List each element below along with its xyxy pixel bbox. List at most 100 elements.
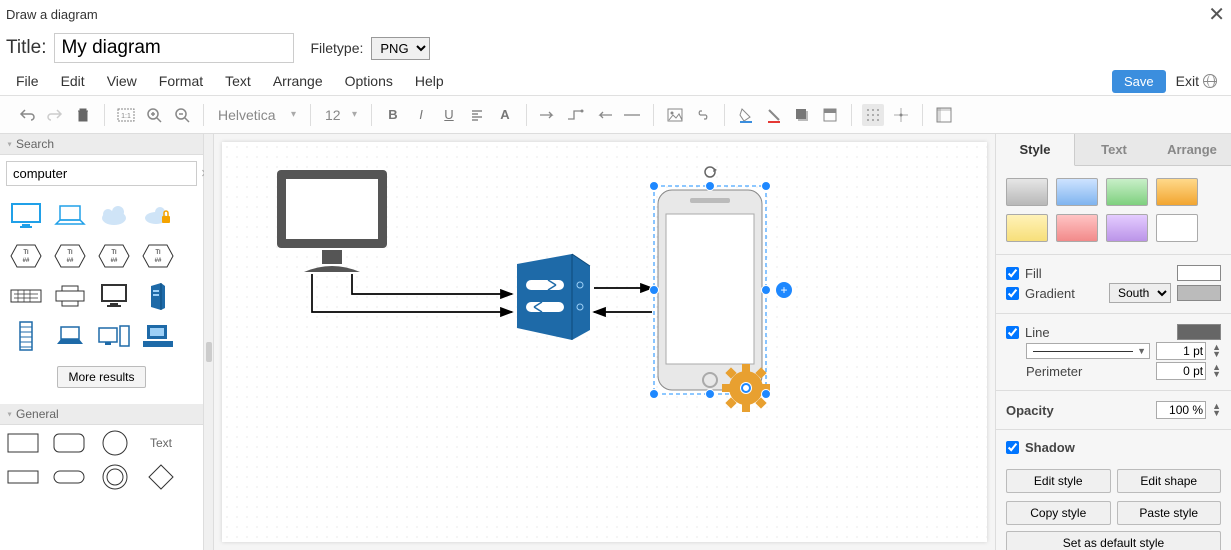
- menu-options[interactable]: Options: [335, 69, 403, 93]
- gshape-rect[interactable]: [6, 431, 40, 455]
- link-icon[interactable]: [692, 104, 714, 126]
- grid-dots-icon[interactable]: [862, 104, 884, 126]
- sel-handle-e[interactable]: [761, 285, 771, 295]
- sel-handle-w[interactable]: [649, 285, 659, 295]
- title-input[interactable]: [54, 33, 294, 63]
- edit-shape-button[interactable]: Edit shape: [1117, 469, 1222, 493]
- sel-handle-s[interactable]: [705, 389, 715, 399]
- save-button[interactable]: Save: [1112, 70, 1166, 93]
- shape-desktop-blue[interactable]: [92, 316, 136, 356]
- container-icon[interactable]: [819, 104, 841, 126]
- connector-icon[interactable]: [537, 104, 559, 126]
- line-width-input[interactable]: [1156, 342, 1206, 360]
- gradient-checkbox[interactable]: [1006, 287, 1019, 300]
- gshape-round-rect2[interactable]: [52, 465, 86, 489]
- gshape-double-circle[interactable]: [98, 465, 132, 489]
- search-header[interactable]: Search: [0, 134, 203, 155]
- rotate-handle[interactable]: [705, 167, 717, 177]
- gshape-round-rect[interactable]: [52, 431, 86, 455]
- align-icon[interactable]: [466, 104, 488, 126]
- tab-arrange[interactable]: Arrange: [1153, 134, 1231, 165]
- image-icon[interactable]: [664, 104, 686, 126]
- shape-rack[interactable]: [4, 316, 48, 356]
- stepper-icon[interactable]: ▲▼: [1212, 364, 1221, 378]
- shadow-checkbox[interactable]: [1006, 441, 1019, 454]
- line-checkbox[interactable]: [1006, 326, 1019, 339]
- swatch-1[interactable]: [1056, 178, 1098, 206]
- search-input[interactable]: [7, 162, 195, 185]
- sel-handle-center[interactable]: [741, 383, 751, 393]
- swatch-5[interactable]: [1056, 214, 1098, 242]
- shape-monitor[interactable]: [4, 196, 48, 236]
- filetype-select[interactable]: PNG: [371, 37, 430, 60]
- tab-style[interactable]: Style: [996, 134, 1075, 166]
- stepper-icon[interactable]: ▲▼: [1212, 344, 1221, 358]
- zoom-in-icon[interactable]: [143, 104, 165, 126]
- sel-handle-ne[interactable]: [761, 181, 771, 191]
- menu-arrange[interactable]: Arrange: [263, 69, 333, 93]
- shape-laptop[interactable]: [48, 196, 92, 236]
- sel-handle-se[interactable]: [761, 389, 771, 399]
- menu-view[interactable]: View: [97, 69, 147, 93]
- layout-icon[interactable]: [933, 104, 955, 126]
- stepper-icon[interactable]: ▲▼: [1212, 403, 1221, 417]
- gradient-direction-select[interactable]: South: [1109, 283, 1171, 303]
- gshape-rect2[interactable]: [6, 465, 40, 489]
- menu-edit[interactable]: Edit: [51, 69, 95, 93]
- swatch-4[interactable]: [1006, 214, 1048, 242]
- canvas-phone[interactable]: [654, 186, 766, 394]
- font-size-select[interactable]: 12: [321, 105, 361, 125]
- copy-style-button[interactable]: Copy style: [1006, 501, 1111, 525]
- italic-icon[interactable]: I: [410, 104, 432, 126]
- swatch-3[interactable]: [1156, 178, 1198, 206]
- shape-hex-2[interactable]: TI##: [48, 236, 92, 276]
- shape-cloud-1[interactable]: [92, 196, 136, 236]
- shape-hex-1[interactable]: TI##: [4, 236, 48, 276]
- swatch-6[interactable]: [1106, 214, 1148, 242]
- gshape-diamond[interactable]: [144, 465, 178, 489]
- shape-pc[interactable]: [92, 276, 136, 316]
- sidebar-splitter[interactable]: [204, 134, 214, 550]
- shadow-icon[interactable]: [791, 104, 813, 126]
- delete-icon[interactable]: [72, 104, 94, 126]
- shape-workstation[interactable]: [136, 316, 180, 356]
- line-color-swatch[interactable]: [1177, 324, 1221, 340]
- undo-icon[interactable]: [16, 104, 38, 126]
- fill-color-swatch[interactable]: [1177, 265, 1221, 281]
- paste-style-button[interactable]: Paste style: [1117, 501, 1222, 525]
- swatch-2[interactable]: [1106, 178, 1148, 206]
- fill-checkbox[interactable]: [1006, 267, 1019, 280]
- shape-tower-blue[interactable]: [136, 276, 180, 316]
- set-default-style-button[interactable]: Set as default style: [1006, 531, 1221, 550]
- sel-handle-nw[interactable]: [649, 181, 659, 191]
- shape-hex-4[interactable]: TI##: [136, 236, 180, 276]
- shape-kb[interactable]: [4, 276, 48, 316]
- redo-icon[interactable]: [44, 104, 66, 126]
- line-icon[interactable]: [621, 104, 643, 126]
- tab-text[interactable]: Text: [1075, 134, 1153, 165]
- line-color-icon[interactable]: [763, 104, 785, 126]
- perimeter-input[interactable]: [1156, 362, 1206, 380]
- menu-format[interactable]: Format: [149, 69, 213, 93]
- shape-cloud-lock[interactable]: [136, 196, 180, 236]
- swatch-0[interactable]: [1006, 178, 1048, 206]
- canvas-server[interactable]: [517, 254, 590, 340]
- bold-icon[interactable]: B: [382, 104, 404, 126]
- swatch-7[interactable]: [1156, 214, 1198, 242]
- fit-icon[interactable]: 1:1: [115, 104, 137, 126]
- underline-icon[interactable]: U: [438, 104, 460, 126]
- gshape-text[interactable]: Text: [144, 431, 178, 455]
- waypoint-icon[interactable]: [565, 104, 587, 126]
- shape-laptop-blue[interactable]: [48, 316, 92, 356]
- opacity-input[interactable]: [1156, 401, 1206, 419]
- menu-help[interactable]: Help: [405, 69, 454, 93]
- edit-style-button[interactable]: Edit style: [1006, 469, 1111, 493]
- menu-file[interactable]: File: [6, 69, 49, 93]
- font-family-select[interactable]: Helvetica: [214, 105, 300, 125]
- font-color-icon[interactable]: A: [494, 104, 516, 126]
- sel-handle-sw[interactable]: [649, 389, 659, 399]
- fill-color-icon[interactable]: [735, 104, 757, 126]
- menu-text[interactable]: Text: [215, 69, 261, 93]
- exit-button[interactable]: Exit: [1168, 69, 1225, 93]
- arrow-left-icon[interactable]: [593, 104, 615, 126]
